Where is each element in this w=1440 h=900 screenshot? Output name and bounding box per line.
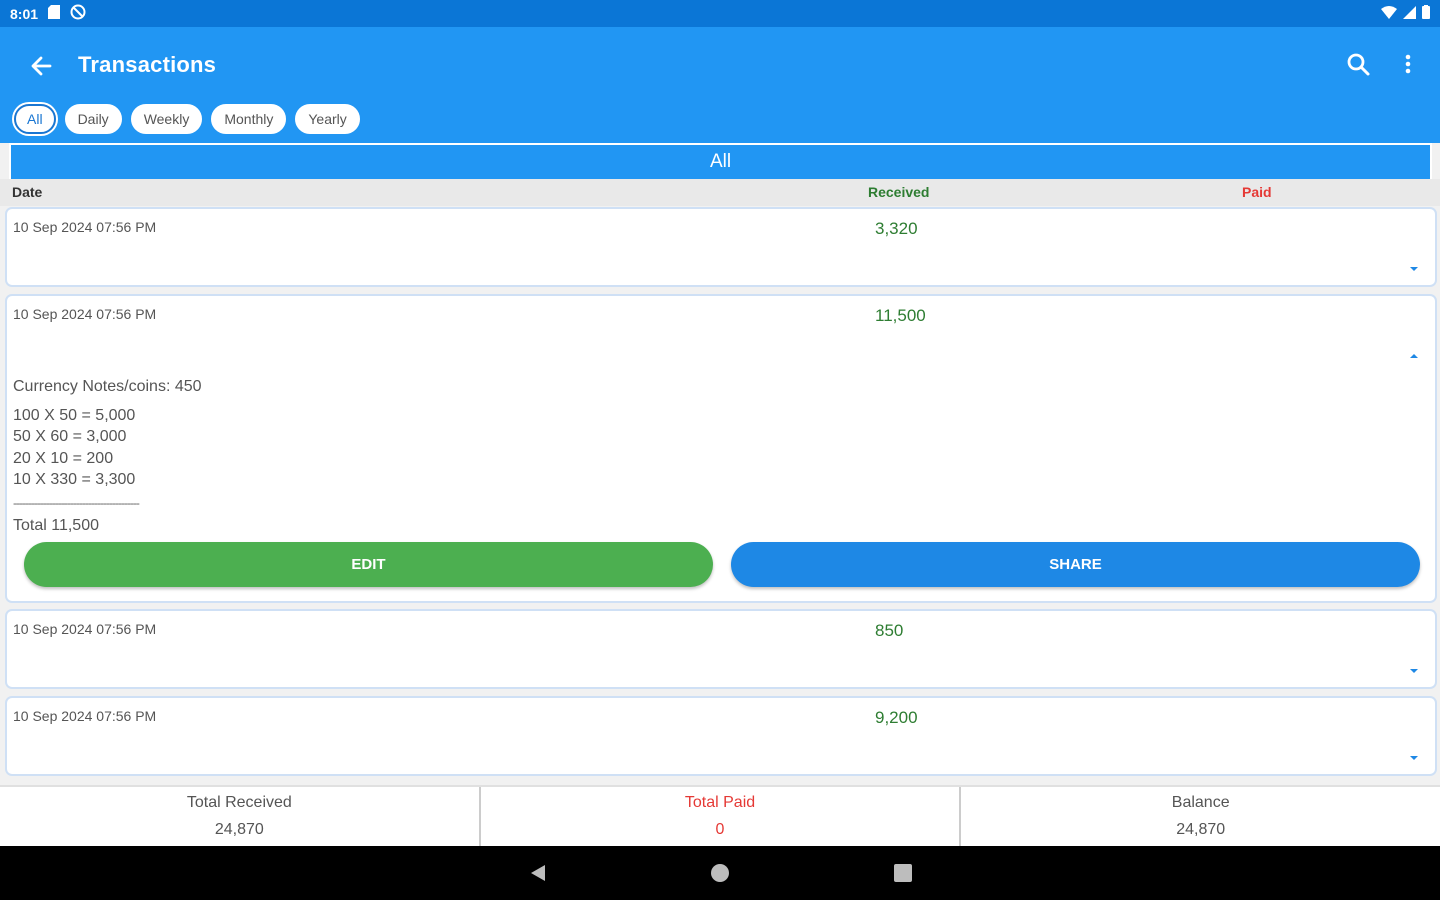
app-bar: Transactions All Daily Weekly Monthly Ye… <box>0 27 1440 143</box>
battery-icon <box>1422 5 1430 22</box>
details-line: 50 X 60 = 3,000 <box>13 428 127 445</box>
signal-icon <box>1403 5 1416 22</box>
total-received-label: Total Received <box>186 794 292 811</box>
balance-label: Balance <box>1171 794 1230 811</box>
edit-button[interactable]: EDIT <box>24 542 713 587</box>
transaction-received: 3,320 <box>875 219 918 238</box>
no-sync-icon <box>70 4 86 23</box>
sd-card-icon <box>48 5 61 22</box>
transaction-date: 10 Sep 2024 07:56 PM <box>13 621 157 637</box>
share-button[interactable]: SHARE <box>731 542 1420 587</box>
transaction-card-expanded[interactable]: 10 Sep 2024 07:56 PM 11,500 Currency Not… <box>5 294 1437 603</box>
total-received-value: 24,870 <box>214 821 264 838</box>
details-separator: ----------------------------------------… <box>13 495 140 510</box>
chip-monthly[interactable]: Monthly <box>211 104 287 134</box>
chip-weekly[interactable]: Weekly <box>130 104 203 134</box>
chip-daily[interactable]: Daily <box>64 104 122 134</box>
chevron-down-icon[interactable] <box>1407 663 1421 673</box>
status-time: 8:01 <box>10 5 39 22</box>
chevron-down-icon[interactable] <box>1407 261 1421 271</box>
transaction-date: 10 Sep 2024 07:56 PM <box>13 306 157 322</box>
summary-balance: Balance 24,870 <box>961 787 1440 846</box>
column-date: Date <box>12 184 43 200</box>
chevron-down-icon[interactable] <box>1407 750 1421 760</box>
column-received: Received <box>868 184 930 200</box>
total-paid-label: Total Paid <box>684 794 756 811</box>
page-title: Transactions <box>78 52 217 77</box>
transaction-received: 9,200 <box>875 708 918 727</box>
filter-chips: All Daily Weekly Monthly Yearly <box>14 104 360 134</box>
chip-yearly[interactable]: Yearly <box>295 104 360 134</box>
search-icon[interactable] <box>1345 51 1373 79</box>
transaction-date: 10 Sep 2024 07:56 PM <box>13 219 157 235</box>
details-line: 100 X 50 = 5,000 <box>13 406 136 424</box>
transaction-received: 850 <box>875 621 904 640</box>
details-header: Currency Notes/coins: 450 <box>13 378 202 395</box>
column-headers: Date Received Paid <box>0 179 1440 206</box>
details-line: 10 X 330 = 3,300 <box>13 471 136 488</box>
transaction-received: 11,500 <box>875 306 926 325</box>
nav-home-icon[interactable] <box>710 863 730 888</box>
summary-received: Total Received 24,870 <box>0 787 481 846</box>
balance-value: 24,870 <box>1176 821 1226 838</box>
nav-recents-icon[interactable] <box>893 863 913 888</box>
chevron-up-icon[interactable] <box>1407 348 1421 358</box>
status-bar: 8:01 <box>0 0 1440 27</box>
nav-back-icon[interactable] <box>528 863 548 888</box>
transaction-card[interactable]: 10 Sep 2024 07:56 PM 9,200 <box>5 696 1437 776</box>
details-line: 20 X 10 = 200 <box>13 449 114 467</box>
transaction-details: Currency Notes/coins: 450 100 X 50 = 5,0… <box>13 376 202 536</box>
section-title: All <box>9 143 1432 179</box>
transaction-card[interactable]: 10 Sep 2024 07:56 PM 850 <box>5 609 1437 689</box>
chip-all[interactable]: All <box>14 104 56 134</box>
transaction-date: 10 Sep 2024 07:56 PM <box>13 708 157 724</box>
summary-paid: Total Paid 0 <box>481 787 962 846</box>
total-paid-value: 0 <box>715 821 725 838</box>
summary-footer: Total Received 24,870 Total Paid 0 Balan… <box>0 785 1440 846</box>
column-paid: Paid <box>1242 184 1272 200</box>
more-vert-icon[interactable] <box>1396 51 1420 79</box>
system-nav-bar <box>0 846 1440 900</box>
wifi-icon <box>1381 5 1397 22</box>
transaction-card[interactable]: 10 Sep 2024 07:56 PM 3,320 <box>5 207 1437 287</box>
details-total: Total 11,500 <box>13 516 99 534</box>
back-arrow-icon[interactable] <box>26 51 56 81</box>
